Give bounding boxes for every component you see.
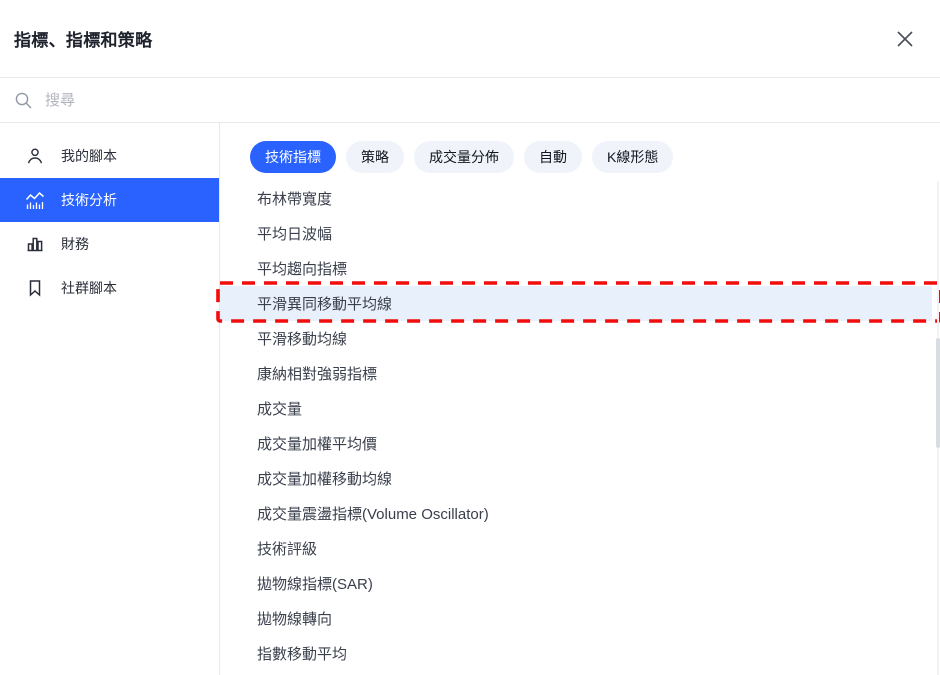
indicator-row[interactable]: 指數移動平均 <box>220 636 932 671</box>
sidebar-item-financials[interactable]: 財務 <box>0 222 219 266</box>
indicator-row[interactable]: 布林帶寬度 <box>220 181 932 216</box>
indicator-row[interactable]: 成交量 <box>220 391 932 426</box>
close-button[interactable] <box>890 24 920 54</box>
indicator-row[interactable]: 拋物線指標(SAR) <box>220 566 932 601</box>
sidebar-item-label: 技術分析 <box>61 190 117 210</box>
indicators-dialog: 指標、指標和策略 我的腳本 <box>0 0 940 675</box>
close-icon <box>894 28 916 50</box>
scrollbar-thumb[interactable] <box>936 338 940 448</box>
indicator-panel: 技術指標 策略 成交量分佈 自動 K線形態 布林帶寬度 平均日波幅 平均趨向指標… <box>220 123 940 675</box>
dialog-header: 指標、指標和策略 <box>0 0 940 77</box>
indicator-row[interactable]: 成交量加權平均價 <box>220 426 932 461</box>
chip-technical-indicators[interactable]: 技術指標 <box>250 141 336 173</box>
indicator-row[interactable]: 平均日波幅 <box>220 216 932 251</box>
sidebar-item-technicals[interactable]: 技術分析 <box>0 178 219 222</box>
indicator-row[interactable]: 平滑移動均線 <box>220 321 932 356</box>
search-bar <box>0 77 940 123</box>
indicator-row[interactable]: 康納相對強弱指標 <box>220 356 932 391</box>
financials-icon <box>24 234 46 254</box>
sidebar-item-community-scripts[interactable]: 社群腳本 <box>0 266 219 310</box>
chip-strategies[interactable]: 策略 <box>346 141 404 173</box>
technicals-icon <box>24 190 46 210</box>
sidebar: 我的腳本 技術分析 <box>0 123 220 675</box>
search-icon <box>14 91 33 110</box>
user-icon <box>24 146 46 166</box>
sidebar-item-label: 財務 <box>61 234 89 254</box>
indicator-row-macd-highlighted[interactable]: 平滑異同移動平均線 <box>220 286 932 321</box>
dialog-body: 我的腳本 技術分析 <box>0 123 940 675</box>
indicator-row[interactable]: 技術評級 <box>220 531 932 566</box>
chip-volume-profile[interactable]: 成交量分佈 <box>414 141 514 173</box>
indicator-row[interactable]: 成交量加權移動均線 <box>220 461 932 496</box>
filter-chips: 技術指標 策略 成交量分佈 自動 K線形態 <box>220 123 940 173</box>
indicator-row[interactable]: 拋物線轉向 <box>220 601 932 636</box>
sidebar-item-label: 社群腳本 <box>61 278 117 298</box>
sidebar-item-my-scripts[interactable]: 我的腳本 <box>0 134 219 178</box>
chip-candlestick-patterns[interactable]: K線形態 <box>592 141 673 173</box>
sidebar-item-label: 我的腳本 <box>61 146 117 166</box>
chip-auto[interactable]: 自動 <box>524 141 582 173</box>
search-input[interactable] <box>43 91 926 110</box>
indicator-list: 布林帶寬度 平均日波幅 平均趨向指標 平滑異同移動平均線 平滑移動均線 康納相對… <box>220 181 932 671</box>
indicator-row[interactable]: 成交量震盪指標(Volume Oscillator) <box>220 496 932 531</box>
dialog-title: 指標、指標和策略 <box>14 26 152 51</box>
bookmark-icon <box>24 278 46 298</box>
indicator-row[interactable]: 平均趨向指標 <box>220 251 932 286</box>
